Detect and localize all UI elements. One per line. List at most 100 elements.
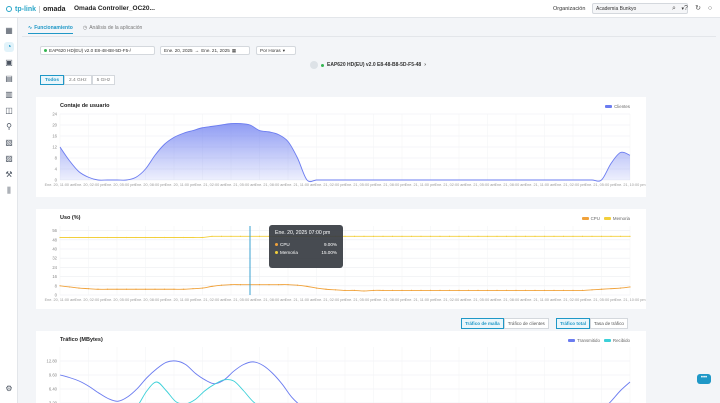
data-point[interactable]	[420, 235, 422, 237]
data-point[interactable]	[619, 287, 622, 289]
data-point[interactable]	[334, 289, 337, 291]
data-point[interactable]	[287, 284, 289, 286]
monitor-icon[interactable]: ◔	[4, 42, 14, 52]
data-point[interactable]	[477, 235, 479, 237]
data-point[interactable]	[325, 288, 327, 290]
report-icon[interactable]: ▨	[4, 154, 14, 164]
data-point[interactable]	[429, 235, 432, 237]
data-point[interactable]	[458, 289, 460, 291]
data-point[interactable]	[87, 236, 90, 239]
data-point[interactable]	[144, 236, 147, 239]
data-point[interactable]	[553, 235, 555, 237]
data-point[interactable]	[182, 288, 185, 290]
data-point[interactable]	[353, 289, 356, 291]
data-point[interactable]	[296, 284, 299, 286]
data-point[interactable]	[401, 289, 403, 291]
data-point[interactable]	[619, 235, 622, 237]
data-point[interactable]	[496, 235, 498, 237]
data-point[interactable]	[306, 285, 308, 287]
tab-funcionamiento[interactable]: ∿ Funcionamiento	[28, 24, 73, 34]
data-point[interactable]	[515, 289, 517, 291]
data-point[interactable]	[182, 236, 185, 239]
tab-mesh-traffic[interactable]: Tráfico de malla	[461, 318, 504, 329]
tab-client-traffic[interactable]: Tráfico de clientes	[503, 318, 549, 329]
data-point[interactable]	[372, 289, 375, 291]
data-point[interactable]	[505, 235, 508, 237]
band-5ghz[interactable]: 5 GHz	[91, 75, 116, 85]
data-point[interactable]	[87, 288, 90, 290]
data-point[interactable]	[230, 235, 232, 237]
tab-total-traffic[interactable]: Tráfico total	[556, 318, 591, 329]
location-icon[interactable]: ⚲	[4, 122, 14, 132]
settings-icon[interactable]: ⚙	[4, 384, 14, 394]
chat-button[interactable]: •••	[697, 374, 711, 384]
tab-traffic-rate[interactable]: Tasa de tráfico	[590, 318, 628, 329]
user-icon[interactable]: ○	[706, 5, 714, 13]
clients-icon[interactable]: ▤	[4, 74, 14, 84]
data-point[interactable]	[363, 290, 365, 292]
data-point[interactable]	[97, 288, 99, 290]
devices-icon[interactable]: ▣	[4, 58, 14, 68]
data-point[interactable]	[629, 235, 631, 237]
stats-icon[interactable]: ⫼	[4, 186, 14, 196]
data-point[interactable]	[116, 236, 118, 239]
data-point[interactable]	[477, 289, 479, 291]
data-point[interactable]	[97, 236, 99, 239]
data-point[interactable]	[258, 235, 261, 237]
data-point[interactable]	[496, 289, 498, 291]
data-point[interactable]	[410, 235, 413, 237]
map-icon[interactable]: ◫	[4, 106, 14, 116]
data-point[interactable]	[600, 235, 603, 237]
data-point[interactable]	[581, 289, 584, 291]
data-point[interactable]	[230, 284, 232, 286]
data-point[interactable]	[363, 235, 365, 237]
data-point[interactable]	[192, 236, 194, 239]
data-point[interactable]	[201, 287, 204, 289]
controller-title[interactable]: Omada Controller_OC20...	[74, 5, 155, 12]
data-point[interactable]	[116, 288, 118, 290]
data-point[interactable]	[59, 285, 61, 287]
data-point[interactable]	[562, 235, 565, 237]
data-point[interactable]	[448, 289, 451, 291]
data-point[interactable]	[505, 289, 508, 291]
tools-icon[interactable]: ⚒	[4, 170, 14, 180]
data-point[interactable]	[401, 235, 403, 237]
data-point[interactable]	[524, 289, 527, 291]
calendar-icon[interactable]: ▧	[4, 138, 14, 148]
data-point[interactable]	[486, 235, 489, 237]
data-point[interactable]	[439, 235, 441, 237]
data-point[interactable]	[534, 235, 536, 237]
data-point[interactable]	[220, 284, 223, 286]
device-select[interactable]: EAP620 HD(EU) v2.0 E8-48-B8-5D-F5-/	[40, 46, 155, 55]
data-point[interactable]	[78, 287, 80, 289]
data-point[interactable]	[125, 236, 128, 239]
data-point[interactable]	[562, 289, 565, 291]
data-point[interactable]	[125, 288, 128, 290]
data-point[interactable]	[192, 288, 194, 290]
data-point[interactable]	[201, 236, 204, 239]
data-point[interactable]	[68, 286, 71, 288]
data-point[interactable]	[420, 289, 422, 291]
data-point[interactable]	[154, 236, 156, 239]
data-point[interactable]	[543, 235, 546, 237]
data-point[interactable]	[524, 235, 527, 237]
data-point[interactable]	[163, 288, 166, 290]
data-point[interactable]	[572, 289, 574, 291]
data-point[interactable]	[106, 288, 109, 290]
date-range-picker[interactable]: Ene. 20, 2025 → Ene. 21, 2025 ▦	[160, 46, 250, 55]
refresh-icon[interactable]: ↻	[694, 5, 702, 13]
tab-analisis[interactable]: ◷ Análisis de la aplicación	[83, 24, 142, 34]
data-point[interactable]	[553, 289, 555, 291]
search-icon[interactable]: ⌕	[670, 5, 678, 13]
data-point[interactable]	[277, 284, 280, 286]
logo[interactable]: tp-link omada	[6, 4, 66, 14]
data-point[interactable]	[448, 235, 451, 237]
data-point[interactable]	[78, 236, 80, 239]
data-point[interactable]	[353, 235, 356, 237]
data-point[interactable]	[211, 285, 213, 287]
data-point[interactable]	[600, 288, 603, 290]
data-point[interactable]	[173, 236, 175, 239]
data-point[interactable]	[382, 289, 384, 291]
data-point[interactable]	[59, 236, 61, 239]
data-point[interactable]	[268, 284, 270, 286]
